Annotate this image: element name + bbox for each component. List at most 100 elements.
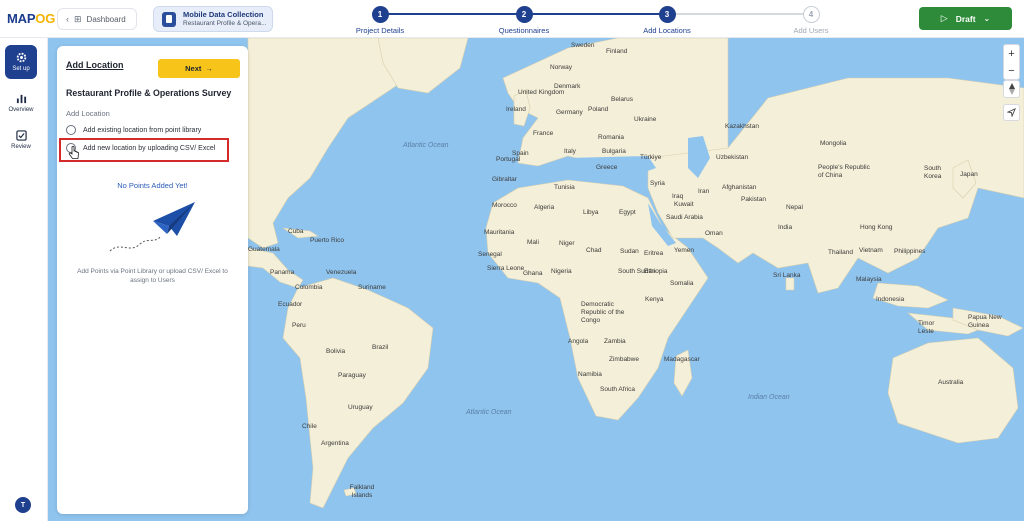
country-label: Belarus <box>611 96 634 103</box>
project-chip[interactable]: Mobile Data Collection Restaurant Profil… <box>153 6 273 32</box>
country-label: Somalia <box>670 280 694 287</box>
sidebar-item-overview[interactable]: Overview <box>5 86 37 120</box>
country-label: Kuwait <box>674 201 694 208</box>
option-upload-csv[interactable]: Add new location by uploading CSV/ Excel <box>66 143 215 153</box>
country-label: Yemen <box>674 247 694 254</box>
country-label: South Africa <box>600 386 636 393</box>
sidebar-item-setup[interactable]: Set up <box>5 45 37 79</box>
compass-icon <box>1008 83 1015 95</box>
country-label: Norway <box>550 64 573 71</box>
next-button[interactable]: Next → <box>158 59 240 78</box>
country-label: Paraguay <box>338 372 366 379</box>
country-label: Panama <box>270 269 295 276</box>
country-label: Tunisia <box>554 184 575 191</box>
location-arrow-icon <box>1007 108 1016 117</box>
country-label: Eritrea <box>644 250 664 257</box>
locate-button[interactable] <box>1003 104 1020 121</box>
country-label: Niger <box>559 240 575 247</box>
country-label: Iran <box>698 188 710 195</box>
sidebar-item-review[interactable]: Review <box>5 123 37 157</box>
country-label: Australia <box>938 379 964 386</box>
step-questionnaires[interactable]: 2 Questionnaires <box>484 6 564 35</box>
ocean-label: Indian Ocean <box>748 394 790 401</box>
arrow-right-icon: → <box>205 64 213 73</box>
country-label: Algeria <box>534 204 555 211</box>
country-label: Falkland Islands <box>349 484 375 499</box>
mapog-logo[interactable]: MAPOG <box>7 11 55 26</box>
grid-icon: ⊞ <box>74 13 82 24</box>
ocean-label: Atlantic Ocean <box>403 142 449 149</box>
country-label: Brazil <box>372 344 389 351</box>
country-label: Bulgaria <box>602 148 626 155</box>
country-label: Namibia <box>578 371 602 378</box>
country-label: Zimbabwe <box>609 356 639 363</box>
country-label: India <box>778 224 793 231</box>
country-label: Bolivia <box>326 348 346 355</box>
country-label: Colombia <box>295 284 323 291</box>
step-add-locations[interactable]: 3 Add Locations <box>627 6 707 35</box>
panel-title: Add Location <box>66 60 124 70</box>
country-label: People's Republic of China <box>818 164 870 179</box>
country-label: Romania <box>598 134 625 141</box>
country-label: Philippines <box>894 248 926 255</box>
country-label: Uzbekistan <box>716 154 749 161</box>
empty-state-title: No Points Added Yet! <box>117 181 188 190</box>
country-label: Morocco <box>492 202 517 209</box>
country-label: Mauritania <box>484 229 515 236</box>
country-label: Greece <box>596 164 618 171</box>
clipboard-icon <box>162 11 176 27</box>
paper-plane-icon <box>109 202 195 252</box>
country-label: Nepal <box>786 204 803 211</box>
section-label: Add Location <box>66 109 110 118</box>
country-label: Cuba <box>288 228 304 235</box>
dashboard-label: Dashboard <box>86 14 126 24</box>
country-label: Nigeria <box>551 268 572 275</box>
option-existing-location[interactable]: Add existing location from point library <box>66 125 201 135</box>
checkbox-icon <box>15 130 27 141</box>
step-project-details[interactable]: 1 Project Details <box>340 6 420 35</box>
country-label: Iraq <box>672 193 684 200</box>
country-label: Chad <box>586 247 602 254</box>
country-label: Sierra Leone <box>487 265 525 272</box>
radio-button[interactable] <box>66 125 76 135</box>
dashboard-button[interactable]: ‹ ⊞ Dashboard <box>57 8 137 30</box>
country-label: Uruguay <box>348 404 373 411</box>
draft-button[interactable]: ▷ Draft ⌄ <box>919 7 1012 30</box>
country-label: Vietnam <box>859 247 883 254</box>
chevron-down-icon: ⌄ <box>983 14 991 23</box>
country-label: Ireland <box>506 106 526 113</box>
country-label: Gibraltar <box>492 176 517 183</box>
step-add-users[interactable]: 4 Add Users <box>771 6 851 35</box>
country-label: Poland <box>588 106 609 113</box>
country-label: Chile <box>302 423 317 430</box>
user-avatar[interactable]: T <box>15 497 31 513</box>
zoom-out-button[interactable]: − <box>1008 63 1014 79</box>
country-label: Malaysia <box>856 276 882 283</box>
top-header: MAPOG ‹ ⊞ Dashboard Mobile Data Collecti… <box>0 0 1024 38</box>
country-label: Guatemala <box>248 246 280 253</box>
project-title: Mobile Data Collection <box>183 10 264 19</box>
country-label: France <box>533 130 554 137</box>
compass-button[interactable] <box>1003 80 1020 98</box>
country-label: Afghanistan <box>722 184 757 191</box>
country-label: Peru <box>292 322 306 329</box>
country-label: Japan <box>960 171 978 178</box>
ocean-label: Atlantic Ocean <box>466 409 512 416</box>
project-subtitle: Restaurant Profile & Opera... <box>183 20 267 27</box>
country-label: Kenya <box>645 296 664 303</box>
country-label: Mongolia <box>820 140 847 147</box>
empty-state-help: Add Points via Point Library or upload C… <box>77 268 228 284</box>
country-label: Ukraine <box>634 116 657 123</box>
country-label: Italy <box>564 148 576 155</box>
country-label: Zambia <box>604 338 626 345</box>
country-label: Germany <box>556 109 583 116</box>
chevron-left-icon: ‹ <box>66 14 69 24</box>
country-label: Angola <box>568 338 589 345</box>
country-label: Ghana <box>523 270 543 277</box>
country-label: Papua New Guinea <box>968 314 1002 329</box>
country-label: Oman <box>705 230 723 237</box>
zoom-in-button[interactable]: + <box>1008 45 1014 63</box>
country-label: Suriname <box>358 284 386 291</box>
country-label: Pakistan <box>741 196 766 203</box>
country-label: Argentina <box>321 440 349 447</box>
